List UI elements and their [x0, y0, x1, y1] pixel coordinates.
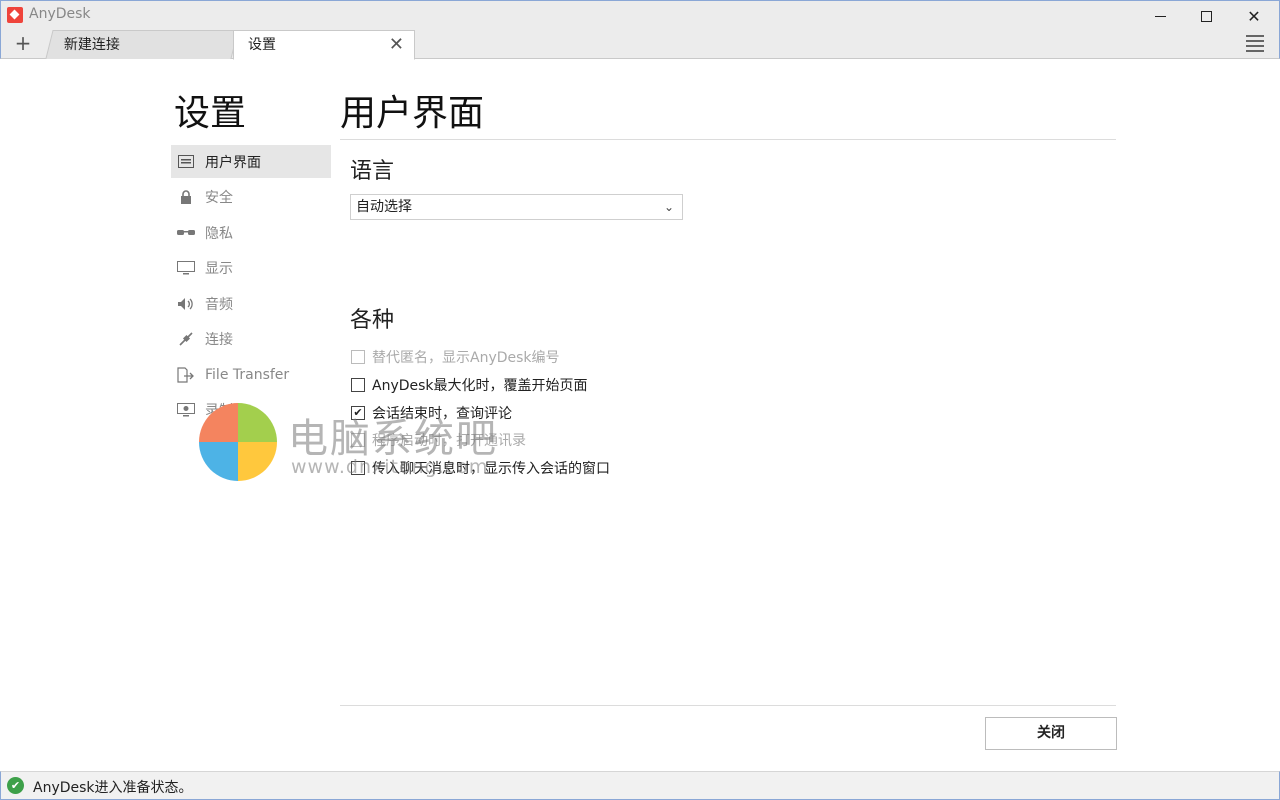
monitor-icon — [177, 261, 195, 275]
checkbox[interactable] — [351, 350, 365, 364]
glasses-icon — [177, 226, 195, 240]
sidebar-item-label: File Transfer — [205, 366, 290, 383]
sidebar-item-label: 安全 — [205, 190, 233, 206]
option-alias-show-id[interactable]: 替代匿名，显示AnyDesk编号 — [351, 347, 560, 367]
sidebar-item-label: 音频 — [205, 296, 233, 313]
tab-bar: + 新建连接 设置 ✕ — [0, 30, 1280, 60]
sidebar-item-label: 显示 — [205, 261, 233, 277]
watermark-logo-icon — [199, 403, 277, 481]
settings-sidebar: 用户界面 安全 隐私 显示 音频 连接 File Transfer — [171, 145, 331, 429]
sidebar-item-audio[interactable]: 音频 — [171, 287, 331, 320]
sidebar-item-file-transfer[interactable]: File Transfer — [171, 358, 331, 391]
tab-new-connection[interactable]: 新建连接 — [45, 30, 239, 59]
tab-settings[interactable]: 设置 ✕ — [233, 30, 415, 60]
plus-icon: + — [14, 31, 32, 55]
maximize-icon — [1200, 10, 1212, 22]
sidebar-item-display[interactable]: 显示 — [171, 252, 331, 285]
status-text: AnyDesk进入准备状态。 — [33, 780, 193, 796]
watermark-url: www.dnxitong.com — [291, 456, 489, 478]
tab-label: 新建连接 — [63, 37, 120, 53]
lock-icon — [177, 190, 195, 204]
option-label: 替代匿名，显示AnyDesk编号 — [372, 350, 560, 366]
sidebar-item-interface[interactable]: 用户界面 — [171, 145, 331, 178]
sidebar-item-label: 隐私 — [205, 225, 233, 242]
section-title: 用户界面 — [340, 93, 485, 134]
sidebar-item-label: 连接 — [205, 332, 233, 348]
menu-icon[interactable] — [1246, 35, 1264, 53]
window-close-button[interactable]: ✕ — [1231, 1, 1277, 31]
minimize-icon — [1154, 15, 1166, 17]
record-icon — [177, 403, 195, 417]
chevron-down-icon: ⌄ — [663, 200, 674, 214]
check-circle-icon: ✔ — [7, 777, 24, 794]
sidebar-item-privacy[interactable]: 隐私 — [171, 216, 331, 249]
language-select[interactable]: 自动选择 ⌄ — [350, 194, 683, 220]
language-selected-value: 自动选择 — [356, 199, 412, 215]
option-overlay-start-page[interactable]: AnyDesk最大化时，覆盖开始页面 — [351, 375, 588, 395]
maximize-button[interactable] — [1183, 1, 1229, 31]
title-bar: AnyDesk ✕ — [0, 0, 1280, 30]
divider — [340, 139, 1116, 140]
speaker-icon — [177, 297, 195, 311]
misc-heading: 各种 — [350, 308, 395, 333]
close-icon: ✕ — [1247, 6, 1261, 26]
sidebar-item-security[interactable]: 安全 — [171, 181, 331, 214]
divider — [340, 705, 1116, 706]
tab-close-icon[interactable]: ✕ — [389, 31, 404, 59]
interface-icon — [177, 155, 195, 169]
option-label: AnyDesk最大化时，覆盖开始页面 — [372, 378, 588, 394]
sidebar-item-connection[interactable]: 连接 — [171, 323, 331, 356]
close-button[interactable]: 关闭 — [985, 717, 1117, 750]
sidebar-item-label: 用户界面 — [205, 154, 261, 171]
language-heading: 语言 — [350, 159, 395, 184]
new-tab-button[interactable]: + — [11, 32, 35, 56]
window-title: AnyDesk — [29, 6, 91, 22]
file-transfer-icon — [177, 366, 195, 383]
plug-icon — [177, 332, 195, 346]
status-bar: ✔ AnyDesk进入准备状态。 — [0, 771, 1280, 800]
tab-label: 设置 — [248, 37, 276, 53]
minimize-button[interactable] — [1137, 1, 1183, 31]
checkbox[interactable] — [351, 378, 365, 392]
page-title: 设置 — [174, 93, 247, 134]
anydesk-logo-icon — [7, 7, 23, 23]
